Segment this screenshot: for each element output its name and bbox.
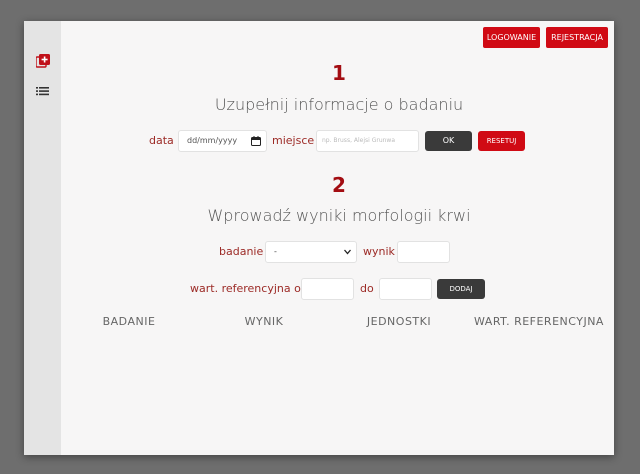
column-header-ref: WART. REFERENCYJNA [474, 315, 604, 328]
date-field[interactable]: dd/mm/yyyy [178, 130, 267, 152]
ref-from-input[interactable] [301, 278, 354, 300]
place-input[interactable]: np. Bruss, Alejsi Grunwa [316, 130, 419, 152]
ref-from-label: wart. referencyjna od [190, 282, 308, 295]
column-header-jednostki: JEDNOSTKI [366, 315, 432, 328]
section-2-title: Wprowadź wyniki morfologii krwi [207, 206, 471, 225]
step-1-number: 1 [332, 61, 346, 85]
ref-to-label: do [360, 282, 374, 295]
section-1-title: Uzupełnij informacje o badaniu [214, 95, 464, 114]
reset-button[interactable]: RESETUJ [478, 131, 525, 151]
test-select[interactable]: - [265, 241, 357, 263]
column-header-badanie: BADANIE [102, 315, 156, 328]
add-box-icon[interactable] [36, 54, 50, 68]
add-button[interactable]: DODAJ [437, 279, 485, 299]
test-selected-value: - [274, 247, 277, 256]
step-2-number: 2 [332, 173, 346, 197]
place-label: miejsce [272, 134, 315, 147]
list-icon[interactable] [36, 84, 50, 98]
test-label: badanie [219, 245, 264, 258]
calendar-icon[interactable] [251, 136, 261, 146]
app-window: LOGOWANIE REJESTRACJA 1 Uzupełnij inform… [24, 21, 614, 455]
result-input[interactable] [397, 241, 450, 263]
ok-button[interactable]: OK [425, 131, 472, 151]
ref-to-input[interactable] [379, 278, 432, 300]
chevron-down-icon [344, 249, 351, 255]
sidebar [24, 21, 61, 455]
result-label: wynik [363, 245, 395, 258]
date-value: dd/mm/yyyy [187, 136, 238, 145]
date-label: data [149, 134, 174, 147]
login-button[interactable]: LOGOWANIE [483, 27, 540, 48]
register-button[interactable]: REJESTRACJA [546, 27, 608, 48]
column-header-wynik: WYNIK [244, 315, 284, 328]
